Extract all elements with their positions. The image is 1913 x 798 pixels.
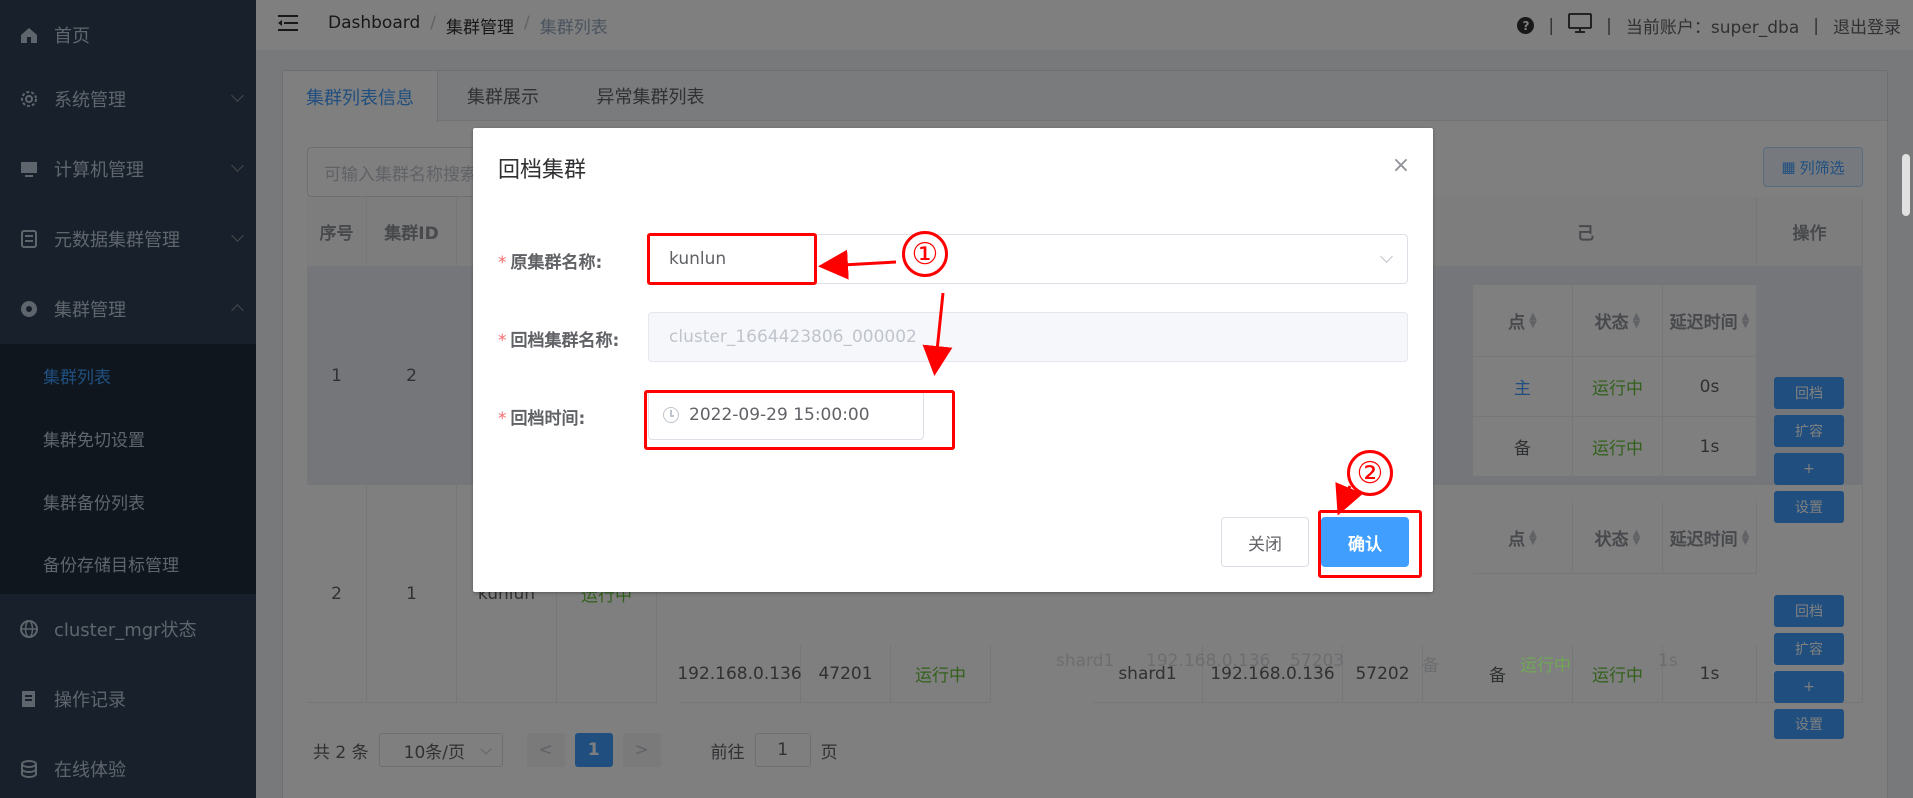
annotation-arrows xyxy=(818,249,1364,516)
page-scrollbar[interactable] xyxy=(1902,154,1910,216)
